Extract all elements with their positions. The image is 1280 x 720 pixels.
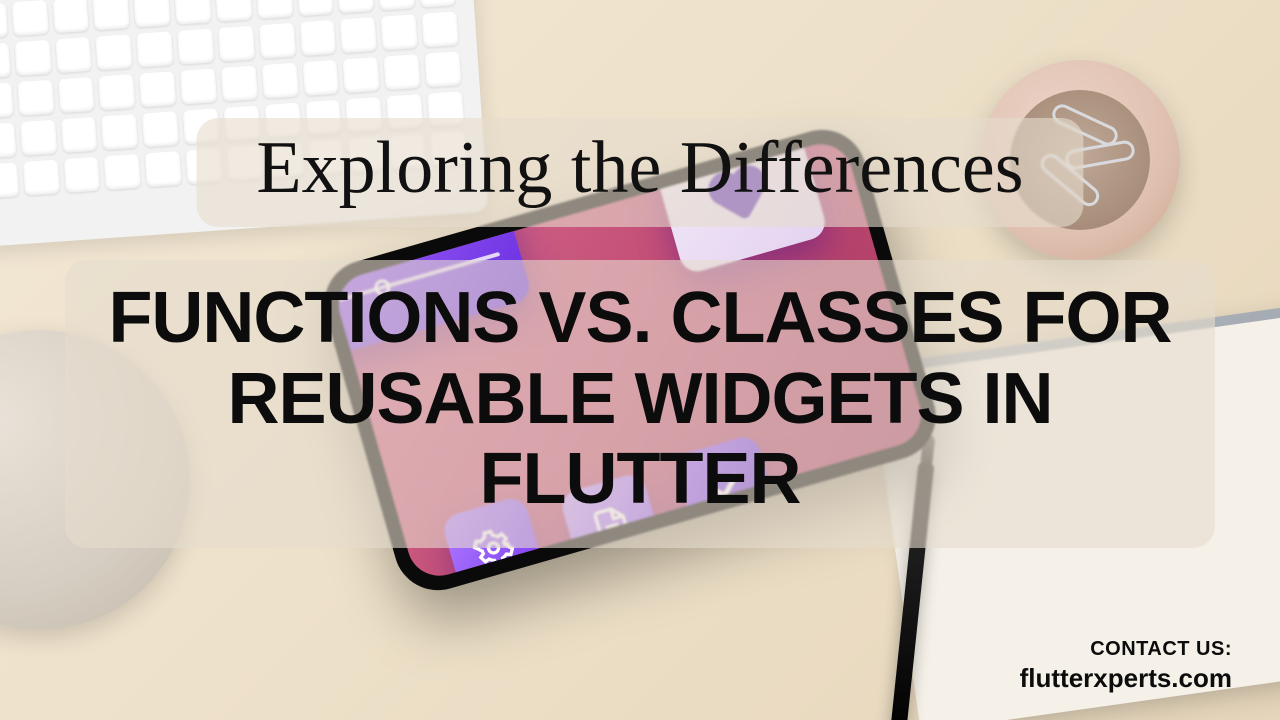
subtitle-panel: Exploring the Differences	[196, 118, 1083, 227]
headline-panel: FUNCTIONS VS. CLASSES FOR REUSABLE WIDGE…	[65, 260, 1215, 548]
subtitle-text: Exploring the Differences	[256, 126, 1023, 211]
contact-block: CONTACT US: flutterxperts.com	[1020, 638, 1232, 694]
contact-label: CONTACT US:	[1020, 638, 1232, 661]
headline-text: FUNCTIONS VS. CLASSES FOR REUSABLE WIDGE…	[105, 278, 1175, 520]
contact-site: flutterxperts.com	[1020, 663, 1232, 694]
promo-graphic: Exploring the Differences FUNCTIONS VS. …	[0, 0, 1280, 720]
